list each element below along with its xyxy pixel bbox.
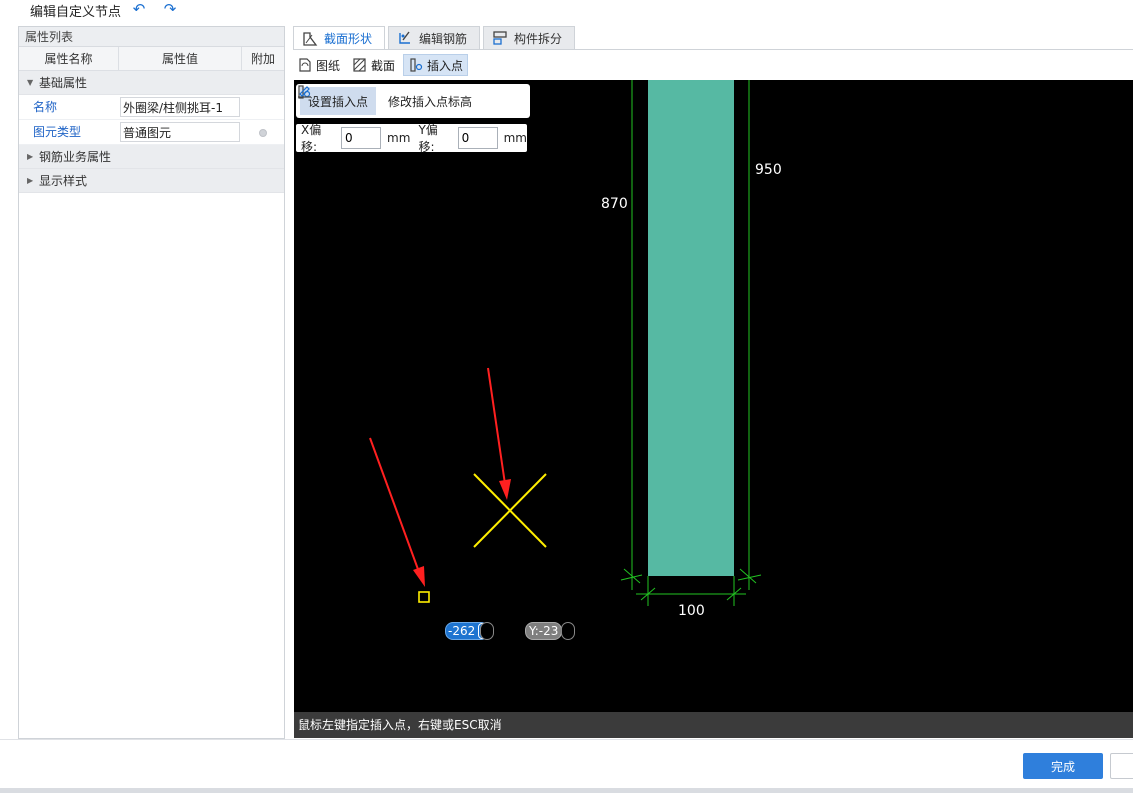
y-offset-label: Y偏移: <box>418 123 438 154</box>
property-name-label: 名称 <box>33 100 58 114</box>
tabs-divider <box>293 49 1133 50</box>
property-extra-cell <box>241 120 284 144</box>
insert-point-icon <box>410 58 423 72</box>
y-offset-input[interactable] <box>457 127 498 149</box>
modify-height-label: 修改插入点标高 <box>388 94 473 109</box>
tab-label: 截面形状 <box>324 32 373 46</box>
dim-tick <box>739 568 757 584</box>
column-property-name: 属性名称 <box>19 47 119 70</box>
element-type-input[interactable] <box>120 122 240 142</box>
property-row-element-type: 图元类型 <box>19 120 284 145</box>
section-shape-icon <box>303 31 318 46</box>
property-panel-header: 属性列表 <box>19 27 284 47</box>
column-extra: 附加 <box>250 52 275 66</box>
column-property-value: 属性值 <box>119 47 242 70</box>
y-offset-unit: mm <box>503 131 527 145</box>
modify-insert-height-button[interactable]: 修改插入点标高 <box>298 86 480 115</box>
dim-label-bottom: 100 <box>678 603 705 619</box>
status-bar: 鼠标左键指定插入点，右键或ESC取消 <box>294 712 1133 738</box>
insert-point-button[interactable]: 插入点 <box>403 54 469 76</box>
x-offset-label: X偏移: <box>301 123 322 154</box>
tab-label: 编辑钢筋 <box>419 31 468 46</box>
column-section <box>648 80 734 576</box>
property-extra-cell <box>241 95 284 119</box>
tab-edit-rebar[interactable]: 编辑钢筋 <box>388 26 481 49</box>
annotation-arrow <box>369 437 425 587</box>
tab-section-shape[interactable]: 截面形状 <box>293 26 386 50</box>
dim-label-right: 950 <box>755 162 782 178</box>
x-coordinate-value: -262 <box>448 624 476 638</box>
tab-label: 构件拆分 <box>514 31 563 46</box>
component-split-icon <box>493 31 507 45</box>
x-offset-input[interactable] <box>341 127 382 149</box>
section-label: 截面 <box>371 58 396 73</box>
insert-point-label: 插入点 <box>427 58 464 73</box>
property-panel: 属性列表 属性名称 属性值 附加 ▼ 基础属性 名称 图元类型 ▶ 钢筋业务属性… <box>18 26 285 739</box>
property-name-label: 图元类型 <box>33 125 82 139</box>
undo-icon[interactable]: ↶ <box>130 0 148 18</box>
property-value-cell <box>119 95 241 119</box>
y-coordinate-value: Y:-23 <box>529 624 559 638</box>
sub-toolbar: 图纸 截面 插入点 <box>293 54 469 78</box>
edit-rebar-icon <box>399 31 411 44</box>
drawing-icon <box>299 58 311 72</box>
drawing-canvas[interactable]: 870 950 100 设置插入点 修改插入点标高 X偏移: mm Y偏移: m… <box>294 80 1133 712</box>
drawing-label: 图纸 <box>316 58 341 73</box>
section-drawing <box>369 80 762 606</box>
x-offset-unit: mm <box>387 131 411 145</box>
title-bar: 编辑自定义节点 ↶ ↷ <box>0 0 1133 20</box>
group-rebar-business-properties[interactable]: ▶ 钢筋业务属性 <box>19 145 284 169</box>
section-icon <box>353 58 366 72</box>
editor-tabs: 截面形状 编辑钢筋 构件拆分 <box>293 26 578 50</box>
annotation-arrow <box>487 367 511 500</box>
bottom-strip <box>0 788 1133 793</box>
collapsed-arrow-icon: ▶ <box>27 152 34 161</box>
secondary-button[interactable] <box>1110 753 1133 779</box>
section-button[interactable]: 截面 <box>348 54 399 76</box>
collapsed-arrow-icon: ▶ <box>27 176 34 185</box>
property-columns: 属性名称 属性值 附加 <box>19 47 284 71</box>
drawing-button[interactable]: 图纸 <box>293 54 344 76</box>
group-display-style[interactable]: ▶ 显示样式 <box>19 169 284 193</box>
y-coordinate-toggle[interactable] <box>561 622 575 640</box>
insert-point-toolbar: 设置插入点 修改插入点标高 <box>296 84 530 118</box>
window-title: 编辑自定义节点 <box>30 5 122 20</box>
insert-cross-marker <box>473 473 547 548</box>
done-button[interactable]: 完成 <box>1023 753 1103 779</box>
property-row-name: 名称 <box>19 95 284 120</box>
group-basic-properties[interactable]: ▼ 基础属性 <box>19 71 284 95</box>
tab-component-split[interactable]: 构件拆分 <box>483 26 576 49</box>
name-input[interactable] <box>120 97 240 117</box>
redo-icon[interactable]: ↷ <box>161 0 179 18</box>
expanded-arrow-icon: ▼ <box>27 78 34 87</box>
group-label: 基础属性 <box>39 76 88 90</box>
cursor-square-marker <box>418 591 430 603</box>
offset-bar: X偏移: mm Y偏移: mm <box>296 123 527 154</box>
dim-label-left: 870 <box>601 196 628 212</box>
property-value-cell <box>119 120 241 144</box>
x-coordinate-toggle[interactable] <box>480 622 494 640</box>
footer-divider <box>0 739 1133 740</box>
extra-toggle-icon[interactable] <box>258 128 267 137</box>
y-coordinate-input[interactable]: Y:-23 <box>525 622 563 640</box>
group-label: 显示样式 <box>39 174 88 188</box>
modify-height-icon <box>298 86 310 98</box>
set-insert-point-label: 设置插入点 <box>308 94 369 109</box>
group-label: 钢筋业务属性 <box>39 150 112 164</box>
